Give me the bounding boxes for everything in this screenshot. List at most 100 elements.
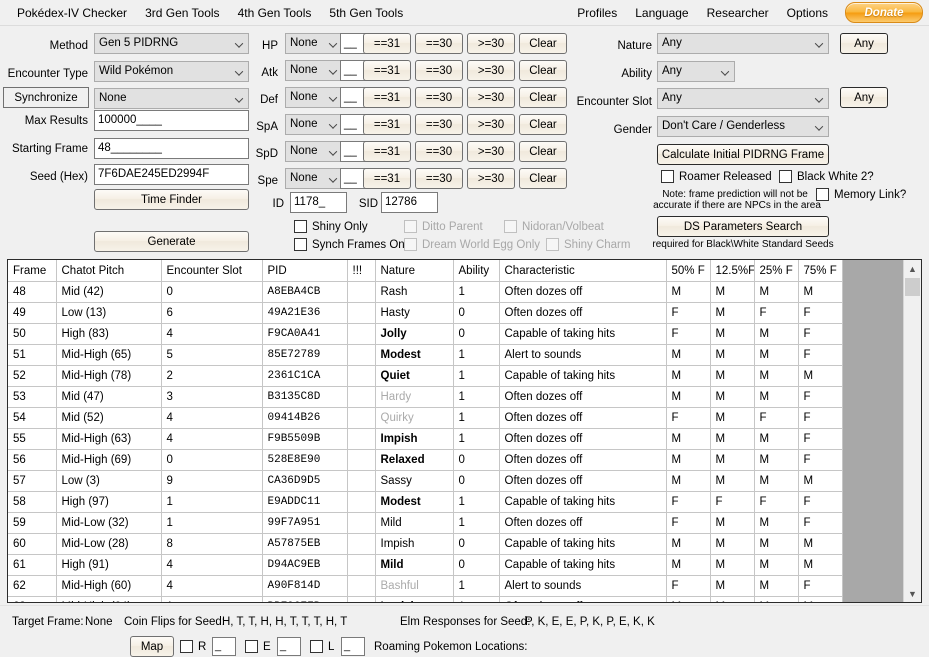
table-header-pid[interactable]: PID (262, 260, 348, 282)
table-header-nature[interactable]: Nature (375, 260, 454, 282)
table-row[interactable]: 59 Mid-Low (32) 1 99F7A951 Mild 1 Often dozes … (8, 512, 843, 534)
iv-def-compare-combo[interactable]: None (285, 87, 343, 108)
iv-def-eq30-button[interactable]: ==30 (415, 87, 463, 108)
table-header-12-5-f[interactable]: 12.5%F (710, 260, 755, 282)
checkbox-memory-link[interactable]: Memory Link? (816, 188, 906, 201)
table-row[interactable]: 58 High (97) 1 E9ADDC11 Modest 1 Capable of ta… (8, 491, 843, 513)
iv-def-eq31-button[interactable]: ==31 (363, 87, 411, 108)
scrollbar-thumb[interactable] (905, 278, 920, 296)
max-results-input[interactable]: 100000____ (94, 110, 249, 131)
menu-item-options[interactable]: Options (778, 2, 837, 24)
checkbox-roamer-released[interactable]: Roamer Released (661, 170, 772, 183)
checkbox-roamer-e[interactable]: E (245, 640, 271, 653)
iv-spe-compare-combo[interactable]: None (285, 168, 343, 189)
iv-hp-eq30-button[interactable]: ==30 (415, 33, 463, 54)
ds-parameters-search-button[interactable]: DS Parameters Search (657, 216, 829, 237)
iv-spe-eq30-button[interactable]: ==30 (415, 168, 463, 189)
iv-spe-clear-button[interactable]: Clear (519, 168, 567, 189)
starting-frame-input[interactable]: 48________ (94, 138, 249, 159)
menu-item-5th-gen-tools[interactable]: 5th Gen Tools (320, 2, 412, 24)
table-header-frame[interactable]: Frame (8, 260, 57, 282)
vertical-scrollbar[interactable]: ▲ ▼ (903, 260, 921, 602)
table-row[interactable]: 63Mid-High (64)1BB79C7FBImpish1Often doz… (8, 596, 843, 602)
roamer-e-input[interactable]: _ (277, 637, 301, 656)
table-row[interactable]: 60 Mid-Low (28) 8 A57875EB Impish 0 Capable of… (8, 533, 843, 555)
iv-atk-eq30-button[interactable]: ==30 (415, 60, 463, 81)
iv-spd-ge30-button[interactable]: >=30 (467, 141, 515, 162)
checkbox-dream-world-egg-only[interactable]: Dream World Egg Only (404, 238, 540, 251)
id-input[interactable]: 1178_ (290, 192, 347, 213)
table-row[interactable]: 56 Mid-High (69) 0 528E8E90 Relaxed 0 Often do… (8, 449, 843, 471)
roamer-r-input[interactable]: _ (212, 637, 236, 656)
checkbox-roamer-l[interactable]: L (310, 640, 334, 653)
table-row[interactable]: 49 Low (13) 6 49A21E36 Hasty 0 Often dozes off… (8, 302, 843, 324)
checkbox-shiny-only[interactable]: Shiny Only (294, 220, 368, 233)
menu-item-researcher[interactable]: Researcher (698, 2, 778, 24)
time-finder-button[interactable]: Time Finder (94, 189, 249, 210)
checkbox-synch-frames-only[interactable]: Synch Frames Only (294, 238, 413, 251)
menu-item-language[interactable]: Language (626, 2, 697, 24)
synchronize-combo[interactable]: None (94, 88, 249, 109)
table-header-[interactable]: !!! (347, 260, 376, 282)
generate-button[interactable]: Generate (94, 231, 249, 252)
checkbox-ditto-parent[interactable]: Ditto Parent (404, 220, 483, 233)
gender-combo[interactable]: Don't Care / Genderless (657, 116, 829, 137)
iv-hp-compare-combo[interactable]: None (285, 33, 343, 54)
table-row[interactable]: 48 Mid (42) 0 A8EBA4CB Rash 1 Often dozes off M… (8, 281, 843, 303)
table-row[interactable]: 52 Mid-High (78) 2 2361C1CA Quiet 1 Capable of… (8, 365, 843, 387)
table-header-characteristic[interactable]: Characteristic (499, 260, 667, 282)
iv-spd-clear-button[interactable]: Clear (519, 141, 567, 162)
checkbox-roamer-r[interactable]: R (180, 640, 206, 653)
nature-any-button[interactable]: Any (840, 33, 888, 54)
table-header-50-f[interactable]: 50% F (666, 260, 711, 282)
encounter-slot-any-button[interactable]: Any (840, 87, 888, 108)
table-row[interactable]: 62 Mid-High (60) 4 A90F814D Bashful 1 Alert to… (8, 575, 843, 597)
scroll-down-icon[interactable]: ▼ (904, 585, 921, 602)
table-header-ability[interactable]: Ability (453, 260, 500, 282)
menu-item-4th-gen-tools[interactable]: 4th Gen Tools (229, 2, 321, 24)
encounter-type-combo[interactable]: Wild Pokémon (94, 61, 249, 82)
iv-hp-eq31-button[interactable]: ==31 (363, 33, 411, 54)
table-header-chatot-pitch[interactable]: Chatot Pitch (56, 260, 162, 282)
table-row[interactable]: 53 Mid (47) 3 B3135C8D Hardy 1 Often dozes off… (8, 386, 843, 408)
iv-spa-ge30-button[interactable]: >=30 (467, 114, 515, 135)
menu-item-3rd-gen-tools[interactable]: 3rd Gen Tools (136, 2, 229, 24)
iv-spe-eq31-button[interactable]: ==31 (363, 168, 411, 189)
menu-item-profiles[interactable]: Profiles (568, 2, 626, 24)
iv-atk-ge30-button[interactable]: >=30 (467, 60, 515, 81)
checkbox-black-white-2[interactable]: Black White 2? (779, 170, 874, 183)
checkbox-shiny-charm[interactable]: Shiny Charm (546, 238, 630, 251)
ability-combo[interactable]: Any (657, 61, 735, 82)
table-row[interactable]: 57 Low (3) 9 CA36D9D5 Sassy 0 Often dozes off M… (8, 470, 843, 492)
roamer-l-input[interactable]: _ (341, 637, 365, 656)
iv-spe-ge30-button[interactable]: >=30 (467, 168, 515, 189)
nature-combo[interactable]: Any (657, 33, 829, 54)
sid-input[interactable]: 12786 (381, 192, 438, 213)
iv-atk-compare-combo[interactable]: None (285, 60, 343, 81)
calculate-initial-pidrng-frame-button[interactable]: Calculate Initial PIDRNG Frame (657, 144, 829, 165)
iv-spd-eq31-button[interactable]: ==31 (363, 141, 411, 162)
iv-atk-eq31-button[interactable]: ==31 (363, 60, 411, 81)
donate-button[interactable]: Donate (845, 2, 923, 23)
menu-item-pokedex-iv-checker[interactable]: Pokédex-IV Checker (8, 2, 136, 24)
map-button[interactable]: Map (130, 636, 174, 657)
table-row[interactable]: 61 High (91) 4 D94AC9EB Mild 0 Capable of taki… (8, 554, 843, 576)
iv-spa-eq31-button[interactable]: ==31 (363, 114, 411, 135)
encounter-slot-combo[interactable]: Any (657, 88, 829, 109)
table-row[interactable]: 54 Mid (52) 4 09414B26 Quirky 1 Often dozes of… (8, 407, 843, 429)
seed-hex-input[interactable]: 7F6DAE245ED2994F (94, 164, 249, 185)
iv-def-ge30-button[interactable]: >=30 (467, 87, 515, 108)
synchronize-button[interactable]: Synchronize (3, 87, 89, 108)
table-row[interactable]: 50 High (83) 4 F9CA0A41 Jolly 0 Capable of tak… (8, 323, 843, 345)
iv-spa-compare-combo[interactable]: None (285, 114, 343, 135)
table-row[interactable]: 55 Mid-High (63) 4 F9B5509B Impish 1 Often doz… (8, 428, 843, 450)
iv-spd-eq30-button[interactable]: ==30 (415, 141, 463, 162)
checkbox-nidoran-volbeat[interactable]: Nidoran/Volbeat (504, 220, 604, 233)
iv-spd-compare-combo[interactable]: None (285, 141, 343, 162)
table-header-75-f[interactable]: 75% F (798, 260, 843, 282)
table-header-25-f[interactable]: 25% F (754, 260, 799, 282)
iv-spa-eq30-button[interactable]: ==30 (415, 114, 463, 135)
iv-hp-ge30-button[interactable]: >=30 (467, 33, 515, 54)
table-row[interactable]: 51 Mid-High (65) 5 85E72789 Modest 1 Alert to … (8, 344, 843, 366)
method-combo[interactable]: Gen 5 PIDRNG (94, 33, 249, 54)
